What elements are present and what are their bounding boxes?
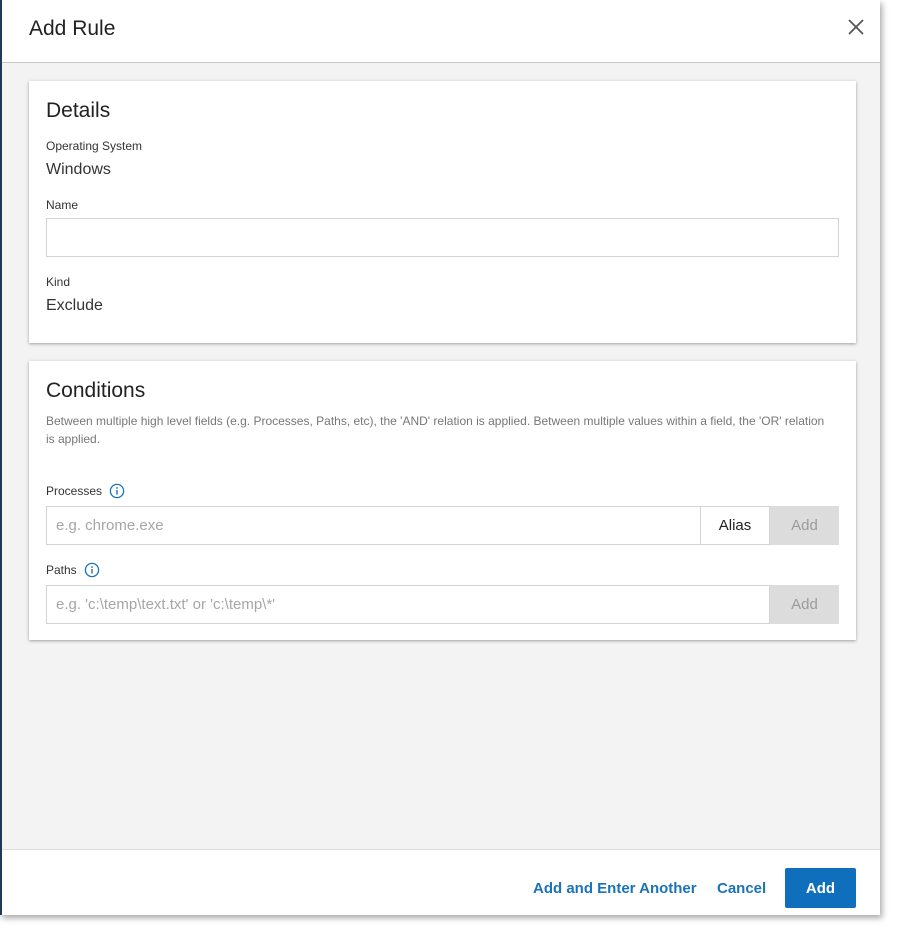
cancel-button[interactable]: Cancel bbox=[717, 880, 766, 897]
os-value: Windows bbox=[46, 161, 111, 178]
os-label: Operating System bbox=[46, 139, 143, 153]
paths-input[interactable] bbox=[46, 585, 770, 624]
processes-label: Processes bbox=[46, 484, 103, 498]
paths-label-row: Paths bbox=[46, 562, 100, 578]
name-label: Name bbox=[46, 198, 79, 212]
details-card: Details Operating System Windows Name Ki… bbox=[29, 81, 856, 343]
close-icon bbox=[848, 19, 864, 35]
paths-label: Paths bbox=[46, 563, 77, 577]
add-button[interactable]: Add bbox=[785, 868, 856, 908]
dialog-header: Add Rule bbox=[2, 0, 880, 63]
details-title: Details bbox=[46, 99, 111, 122]
add-and-enter-another-button[interactable]: Add and Enter Another bbox=[533, 880, 697, 897]
name-input[interactable] bbox=[46, 218, 839, 257]
dialog-title: Add Rule bbox=[29, 17, 116, 40]
paths-add-button[interactable]: Add bbox=[770, 585, 839, 624]
add-rule-dialog: Add Rule Details Operating System Window… bbox=[0, 0, 880, 915]
processes-add-button[interactable]: Add bbox=[770, 506, 839, 545]
dialog-footer: Add and Enter Another Cancel Add bbox=[2, 849, 880, 915]
conditions-description: Between multiple high level fields (e.g.… bbox=[46, 414, 825, 446]
info-icon[interactable] bbox=[84, 562, 100, 578]
processes-input[interactable] bbox=[46, 506, 701, 545]
info-icon[interactable] bbox=[109, 483, 125, 499]
kind-value: Exclude bbox=[46, 297, 103, 314]
kind-label: Kind bbox=[46, 275, 71, 289]
conditions-title: Conditions bbox=[46, 379, 146, 402]
close-button[interactable] bbox=[845, 16, 867, 38]
conditions-card: Conditions Between multiple high level f… bbox=[29, 361, 856, 640]
processes-label-row: Processes bbox=[46, 483, 125, 499]
alias-button[interactable]: Alias bbox=[701, 506, 770, 545]
